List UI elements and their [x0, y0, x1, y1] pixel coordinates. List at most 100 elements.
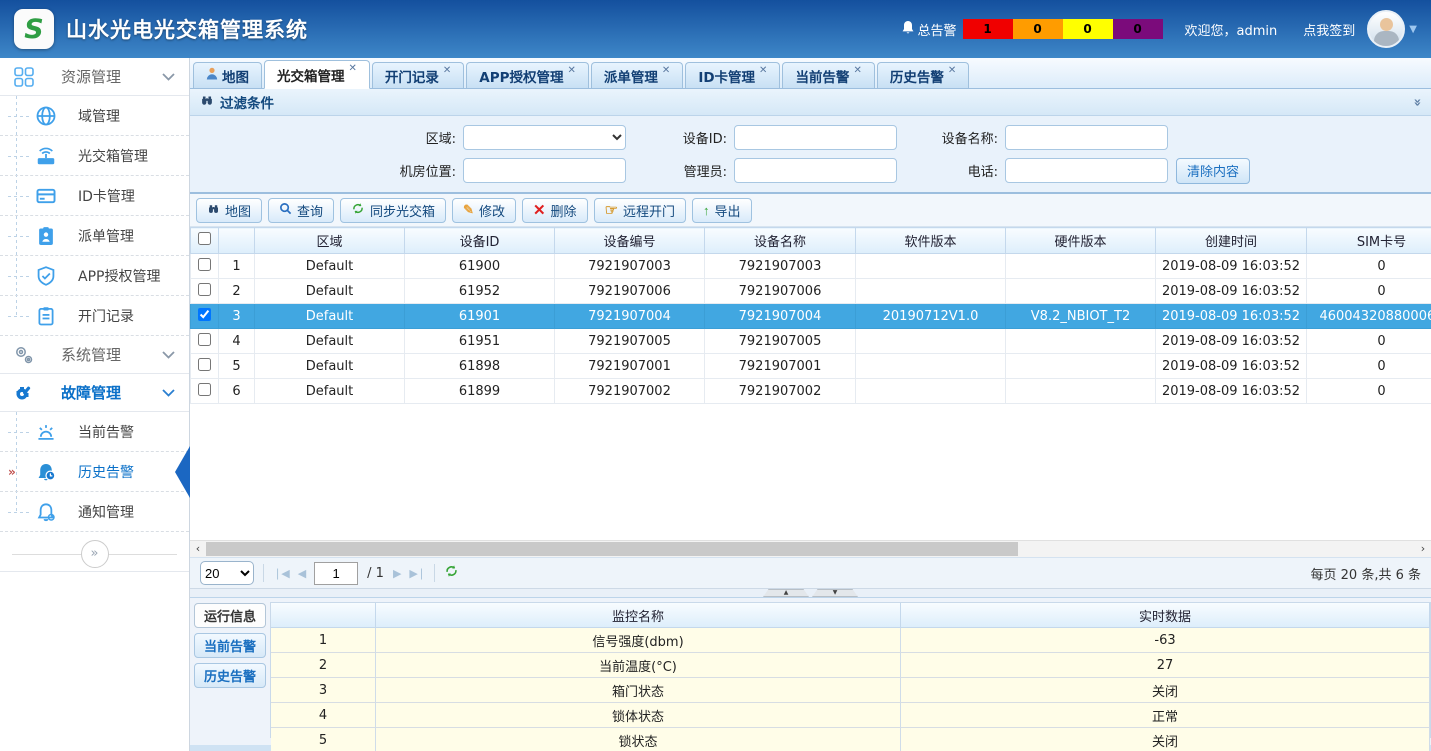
monitor-row: 5锁状态关闭 [271, 728, 1430, 751]
tab-door-record[interactable]: 开门记录 ✕ [372, 62, 464, 88]
filter-row-2: 机房位置: 管理员: 电话: 清除内容 [368, 158, 1431, 184]
tab-label: 开门记录 [385, 66, 439, 86]
collapse-filter-icon[interactable]: » [1409, 98, 1424, 106]
tab-map[interactable]: 地图 [193, 62, 262, 88]
sidebar-item-idcard[interactable]: ID卡管理 [0, 176, 189, 216]
header-index [219, 228, 255, 254]
select-all-checkbox[interactable] [198, 232, 211, 245]
chevron-down-icon[interactable]: ▼ [1409, 24, 1417, 35]
sidebar-section-label: 资源管理 [61, 66, 121, 87]
tab-idcard[interactable]: ID卡管理✕ [685, 62, 780, 88]
table-row[interactable]: 4Default61951792190700579219070052019-08… [191, 329, 1431, 354]
avatar-body [1374, 31, 1399, 47]
export-button[interactable]: ↑导出 [692, 198, 752, 223]
sidebar-item-app-auth[interactable]: APP授权管理 [0, 256, 189, 296]
delete-button[interactable]: ✕删除 [522, 198, 588, 223]
sidebar-item-dispatch[interactable]: 派单管理 [0, 216, 189, 256]
monitor-header-name: 监控名称 [376, 603, 901, 628]
device-id-input[interactable] [734, 125, 897, 150]
tab-run-info[interactable]: 运行信息 [194, 603, 266, 628]
first-page-button[interactable]: ❘◀ [273, 567, 289, 580]
row-checkbox[interactable] [198, 283, 211, 296]
scroll-left-arrow[interactable]: ‹ [190, 541, 206, 557]
alarm-count-critical[interactable]: 1 [963, 19, 1013, 39]
close-icon[interactable]: ✕ [443, 65, 451, 76]
sidebar-item-current-alarm[interactable]: 当前告警 [0, 412, 189, 452]
row-checkbox[interactable] [198, 258, 211, 271]
sidebar-item-domain[interactable]: 域管理 [0, 96, 189, 136]
region-select[interactable] [463, 125, 626, 150]
table-row[interactable]: 2Default61952792190700679219070062019-08… [191, 279, 1431, 304]
alarm-count-major[interactable]: 0 [1013, 19, 1063, 39]
row-checkbox[interactable] [198, 383, 211, 396]
toolbar: 地图 查询 同步光交箱 ✎修改 ✕删除 ☞远程开门 ↑导出 [190, 194, 1431, 227]
avatar-head [1380, 18, 1393, 31]
map-button[interactable]: 地图 [196, 198, 262, 223]
tab-history-alarm[interactable]: 历史告警✕ [877, 62, 969, 88]
sidebar-item-door-record[interactable]: 开门记录 [0, 296, 189, 336]
page-size-select[interactable]: 20 [200, 561, 254, 585]
tab-label: 光交箱管理 [277, 65, 345, 85]
tab-current-alarm[interactable]: 当前告警✕ [782, 62, 874, 88]
tab-cabinet-mgmt[interactable]: 光交箱管理 ✕ [264, 60, 370, 89]
total-alarm-summary[interactable]: 总告警 [901, 20, 957, 39]
chevron-down-icon [162, 389, 175, 397]
clear-button[interactable]: 清除内容 [1176, 158, 1250, 184]
sync-button[interactable]: 同步光交箱 [340, 198, 446, 223]
sidebar-item-label: APP授权管理 [78, 266, 160, 286]
row-checkbox[interactable] [198, 308, 211, 321]
alarm-count-minor[interactable]: 0 [1063, 19, 1113, 39]
app-title: 山水光电光交箱管理系统 [66, 14, 308, 44]
tab-dispatch[interactable]: 派单管理✕ [591, 62, 683, 88]
tab-current-alarm-bottom[interactable]: 当前告警 [194, 633, 266, 658]
splitter-up-button[interactable]: ▲ [763, 589, 809, 597]
edit-button[interactable]: ✎修改 [452, 198, 516, 223]
table-row[interactable]: 6Default61899792190700279219070022019-08… [191, 379, 1431, 404]
table-row[interactable]: 1Default61900792190700379219070032019-08… [191, 254, 1431, 279]
remote-open-button[interactable]: ☞远程开门 [594, 198, 686, 223]
device-name-input[interactable] [1005, 125, 1168, 150]
close-icon[interactable]: ✕ [853, 65, 861, 76]
sign-in-link[interactable]: 点我签到 [1303, 20, 1355, 39]
last-page-button[interactable]: ▶❘ [409, 567, 425, 580]
phone-label: 电话: [905, 161, 1005, 180]
scrollbar-thumb[interactable] [206, 542, 1018, 556]
button-label: 删除 [551, 201, 577, 220]
sidebar-item-label: 通知管理 [78, 502, 134, 522]
table-row-selected[interactable]: 3Default61901792190700479219070042019071… [191, 304, 1431, 329]
divider [434, 564, 435, 582]
splitter-down-button[interactable]: ▼ [812, 589, 858, 597]
row-checkbox[interactable] [198, 333, 211, 346]
avatar[interactable] [1367, 10, 1405, 48]
horizontal-scrollbar[interactable]: ‹ › [190, 540, 1431, 557]
panel-splitter[interactable]: ▲ ▼ [190, 588, 1431, 598]
sidebar-item-notify[interactable]: 通知管理 [0, 492, 189, 532]
prev-page-button[interactable]: ◀ [298, 567, 305, 580]
scroll-right-arrow[interactable]: › [1415, 541, 1431, 557]
sidebar-item-cabinet[interactable]: 光交箱管理 [0, 136, 189, 176]
row-checkbox[interactable] [198, 358, 211, 371]
alarm-count-warning[interactable]: 0 [1113, 19, 1163, 39]
query-button[interactable]: 查询 [268, 198, 334, 223]
tab-history-alarm-bottom[interactable]: 历史告警 [194, 663, 266, 688]
room-input[interactable] [463, 158, 626, 183]
refresh-icon[interactable] [444, 564, 459, 582]
sidebar-section-fault[interactable]: 故障管理 [0, 374, 189, 412]
next-page-button[interactable]: ▶ [393, 567, 400, 580]
sidebar-item-history-alarm[interactable]: » 历史告警 [0, 452, 189, 492]
phone-input[interactable] [1005, 158, 1168, 183]
monitor-panel: 运行信息 当前告警 历史告警 监控名称 实时数据 1信号强度(dbm)-63 2… [190, 598, 1431, 751]
close-icon[interactable]: ✕ [662, 65, 670, 76]
close-icon[interactable]: ✕ [568, 65, 576, 76]
close-icon[interactable]: ✕ [349, 63, 357, 74]
close-icon[interactable]: ✕ [948, 65, 956, 76]
current-page-input[interactable] [314, 562, 358, 585]
tab-app-auth[interactable]: APP授权管理✕ [466, 62, 589, 88]
sidebar-section-system[interactable]: 系统管理 [0, 336, 189, 374]
close-icon[interactable]: ✕ [759, 65, 767, 76]
sidebar-collapse-button[interactable]: » [81, 540, 109, 568]
manager-input[interactable] [734, 158, 897, 183]
sidebar-section-resource[interactable]: 资源管理 [0, 58, 189, 96]
table-row[interactable]: 5Default61898792190700179219070012019-08… [191, 354, 1431, 379]
filter-row-1: 区域: 设备ID: 设备名称: [368, 125, 1431, 150]
